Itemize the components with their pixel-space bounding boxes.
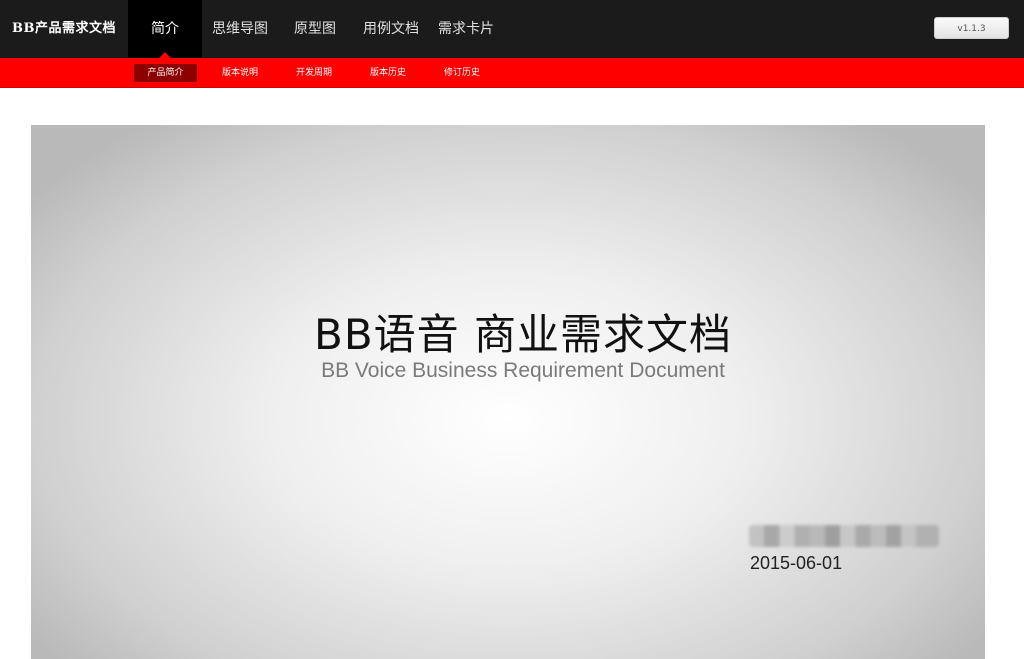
subnav-version-history[interactable]: 版本历史 bbox=[370, 64, 406, 82]
subnav-version-notes[interactable]: 版本说明 bbox=[222, 64, 258, 82]
top-navigation-bar: BB产品需求文档 简介 思维导图 原型图 用例文档 需求卡片 v1.1.3 bbox=[0, 0, 1024, 58]
brand-logo-text[interactable]: BB产品需求文档 bbox=[0, 0, 128, 58]
cover-slide: BB语音 商业需求文档 BB Voice Business Requiremen… bbox=[31, 125, 985, 659]
slide-date: 2015-06-01 bbox=[750, 553, 843, 573]
nav-tab-use-case-docs[interactable]: 用例文档 bbox=[363, 0, 419, 58]
nav-tab-mindmap[interactable]: 思维导图 bbox=[212, 0, 268, 58]
sub-nav: 产品简介 版本说明 开发周期 版本历史 修订历史 bbox=[134, 64, 480, 82]
version-button[interactable]: v1.1.3 bbox=[934, 17, 1009, 39]
subnav-product-intro[interactable]: 产品简介 bbox=[134, 64, 197, 82]
sub-navigation-bar: 产品简介 版本说明 开发周期 版本历史 修订历史 bbox=[0, 58, 1024, 88]
subnav-revision-history[interactable]: 修订历史 bbox=[444, 64, 480, 82]
slide-subtitle: BB Voice Business Requirement Document bbox=[321, 359, 725, 382]
main-nav: 简介 思维导图 原型图 用例文档 需求卡片 bbox=[128, 0, 494, 58]
subnav-dev-cycle[interactable]: 开发周期 bbox=[296, 64, 332, 82]
redacted-author-name bbox=[749, 525, 939, 547]
nav-tab-prototype[interactable]: 原型图 bbox=[294, 0, 336, 58]
slide-title: BB语音 商业需求文档 bbox=[314, 310, 732, 359]
nav-tab-requirement-cards[interactable]: 需求卡片 bbox=[438, 0, 494, 58]
nav-tab-intro[interactable]: 简介 bbox=[128, 0, 202, 58]
